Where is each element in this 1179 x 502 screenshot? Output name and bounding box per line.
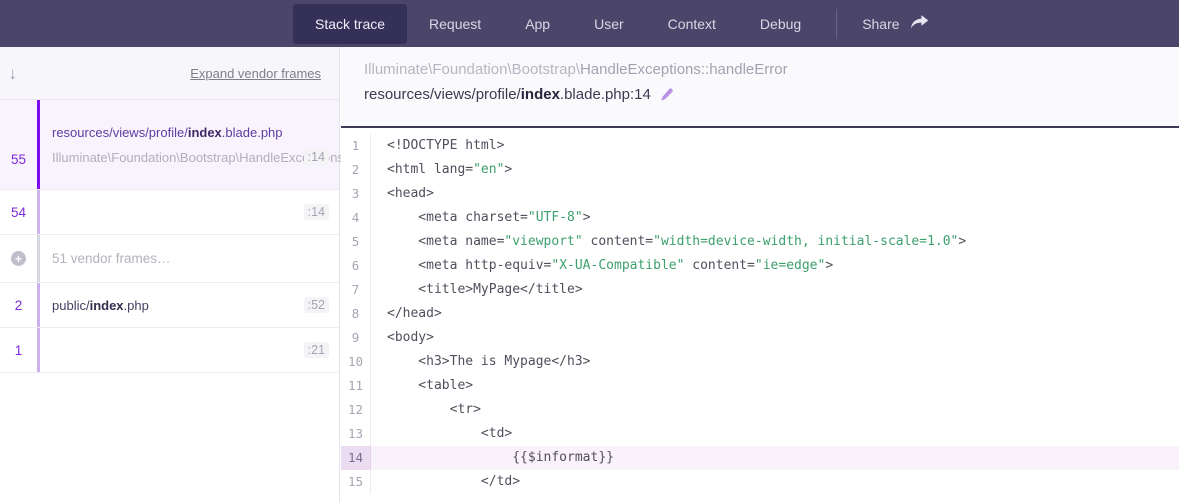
code-line-text: <title>MyPage</title> [371, 278, 1179, 302]
code-panel-header: Illuminate\Foundation\Bootstrap\HandleEx… [341, 47, 1179, 126]
prev-frame-arrow-icon[interactable]: ↑ [0, 65, 2, 82]
stack-frame[interactable]: 54 :14 [0, 190, 339, 235]
code-line-text: <tr> [371, 398, 1179, 422]
code-line-number: 14 [341, 446, 371, 470]
tab-context[interactable]: Context [646, 0, 738, 47]
code-snippet: 1<!DOCTYPE html>2<html lang="en">3<head>… [341, 126, 1179, 502]
code-line-11: 11 <table> [341, 374, 1179, 398]
code-line-12: 12 <tr> [341, 398, 1179, 422]
line-number-badge: :14 [304, 204, 329, 220]
code-line-text: <!DOCTYPE html> [371, 134, 1179, 158]
code-line-text: <body> [371, 326, 1179, 350]
share-button[interactable]: Share [850, 0, 940, 47]
sidebar-header: ↑ ↓ Expand vendor frames [0, 47, 339, 100]
frame-number: + [0, 235, 37, 282]
code-line-text: <h3>The is Mypage</h3> [371, 350, 1179, 374]
code-line-14: 14 {{$informat}} [341, 446, 1179, 470]
code-line-9: 9<body> [341, 326, 1179, 350]
frame-file: public/index.php [52, 298, 149, 313]
code-line-7: 7 <title>MyPage</title> [341, 278, 1179, 302]
code-line-text: <meta charset="UTF-8"> [371, 206, 1179, 230]
share-label: Share [862, 16, 899, 32]
tab-request[interactable]: Request [407, 0, 503, 47]
code-line-text: </td> [371, 470, 1179, 494]
frame-number: 54 [0, 190, 37, 234]
line-number-badge: :21 [304, 342, 329, 358]
tab-stack-trace[interactable]: Stack trace [293, 4, 407, 44]
frame-file-path: resources/views/profile/index.blade.php:… [364, 86, 1179, 103]
code-line-text: <html lang="en"> [371, 158, 1179, 182]
code-line-text: <head> [371, 182, 1179, 206]
code-line-number: 2 [341, 158, 371, 182]
stack-frame[interactable]: 1 :21 [0, 328, 339, 373]
frame-number: 2 [0, 283, 37, 327]
nav-tabs: Stack traceRequestAppUserContextDebug [293, 0, 823, 47]
code-line-number: 1 [341, 134, 371, 158]
code-line-number: 5 [341, 230, 371, 254]
line-number-badge: :14 [304, 149, 329, 165]
frame-number: 1 [0, 328, 37, 372]
code-line-15: 15 </td> [341, 470, 1179, 494]
code-line-text: <meta http-equiv="X-UA-Compatible" conte… [371, 254, 1179, 278]
code-line-number: 7 [341, 278, 371, 302]
code-line-13: 13 <td> [341, 422, 1179, 446]
nav-separator [836, 9, 837, 39]
expand-vendor-frames-link[interactable]: Expand vendor frames [190, 66, 321, 81]
vendor-frames-toggle[interactable]: +51 vendor frames… [0, 235, 339, 283]
tab-user[interactable]: User [572, 0, 646, 47]
code-line-text: {{$informat}} [371, 446, 1179, 470]
code-line-number: 6 [341, 254, 371, 278]
code-line-10: 10 <h3>The is Mypage</h3> [341, 350, 1179, 374]
code-line-number: 10 [341, 350, 371, 374]
code-line-text: <meta name="viewport" content="width=dev… [371, 230, 1179, 254]
frame-number: 55 [0, 100, 37, 189]
code-line-number: 12 [341, 398, 371, 422]
line-number-badge: :52 [304, 297, 329, 313]
frame-namespace: Illuminate\Foundation\Bootstrap\ [364, 61, 580, 78]
code-line-number: 9 [341, 326, 371, 350]
code-line-5: 5 <meta name="viewport" content="width=d… [341, 230, 1179, 254]
share-arrow-icon [910, 14, 929, 33]
code-line-text: </head> [371, 302, 1179, 326]
stack-trace-sidebar: ↑ ↓ Expand vendor frames 55 resources/vie… [0, 47, 340, 502]
code-line-number: 15 [341, 470, 371, 494]
code-line-2: 2<html lang="en"> [341, 158, 1179, 182]
code-line-4: 4 <meta charset="UTF-8"> [341, 206, 1179, 230]
top-nav: Stack traceRequestAppUserContextDebug Sh… [0, 0, 1179, 47]
code-line-text: <table> [371, 374, 1179, 398]
expand-plus-icon: + [11, 251, 26, 266]
tab-debug[interactable]: Debug [738, 0, 823, 47]
code-line-number: 4 [341, 206, 371, 230]
code-line-6: 6 <meta http-equiv="X-UA-Compatible" con… [341, 254, 1179, 278]
stack-frame[interactable]: 55 resources/views/profile/index.blade.ph… [0, 100, 339, 190]
code-line-number: 11 [341, 374, 371, 398]
code-line-3: 3<head> [341, 182, 1179, 206]
code-line-8: 8</head> [341, 302, 1179, 326]
code-line-number: 8 [341, 302, 371, 326]
stack-frames-list: 55 resources/views/profile/index.blade.ph… [0, 100, 339, 373]
code-line-1: 1<!DOCTYPE html> [341, 134, 1179, 158]
vendor-frames-label: 51 vendor frames… [52, 251, 171, 266]
code-line-number: 3 [341, 182, 371, 206]
stack-frame[interactable]: 2 public/index.php :52 [0, 283, 339, 328]
frame-method: Illuminate\Foundation\Bootstrap\HandleEx… [364, 61, 1179, 78]
tab-app[interactable]: App [503, 0, 572, 47]
frame-nav-arrows: ↑ ↓ [0, 65, 40, 82]
code-panel: Illuminate\Foundation\Bootstrap\HandleEx… [341, 47, 1179, 502]
code-line-number: 13 [341, 422, 371, 446]
frame-class: Illuminate\Foundation\Bootstrap\HandleEx… [52, 150, 247, 165]
frame-file: resources/views/profile/index.blade.php [52, 125, 329, 140]
next-frame-arrow-icon[interactable]: ↓ [9, 65, 18, 82]
code-line-text: <td> [371, 422, 1179, 446]
edit-pencil-icon[interactable] [659, 87, 674, 102]
frame-method-name: HandleExceptions::handleError [580, 61, 788, 78]
